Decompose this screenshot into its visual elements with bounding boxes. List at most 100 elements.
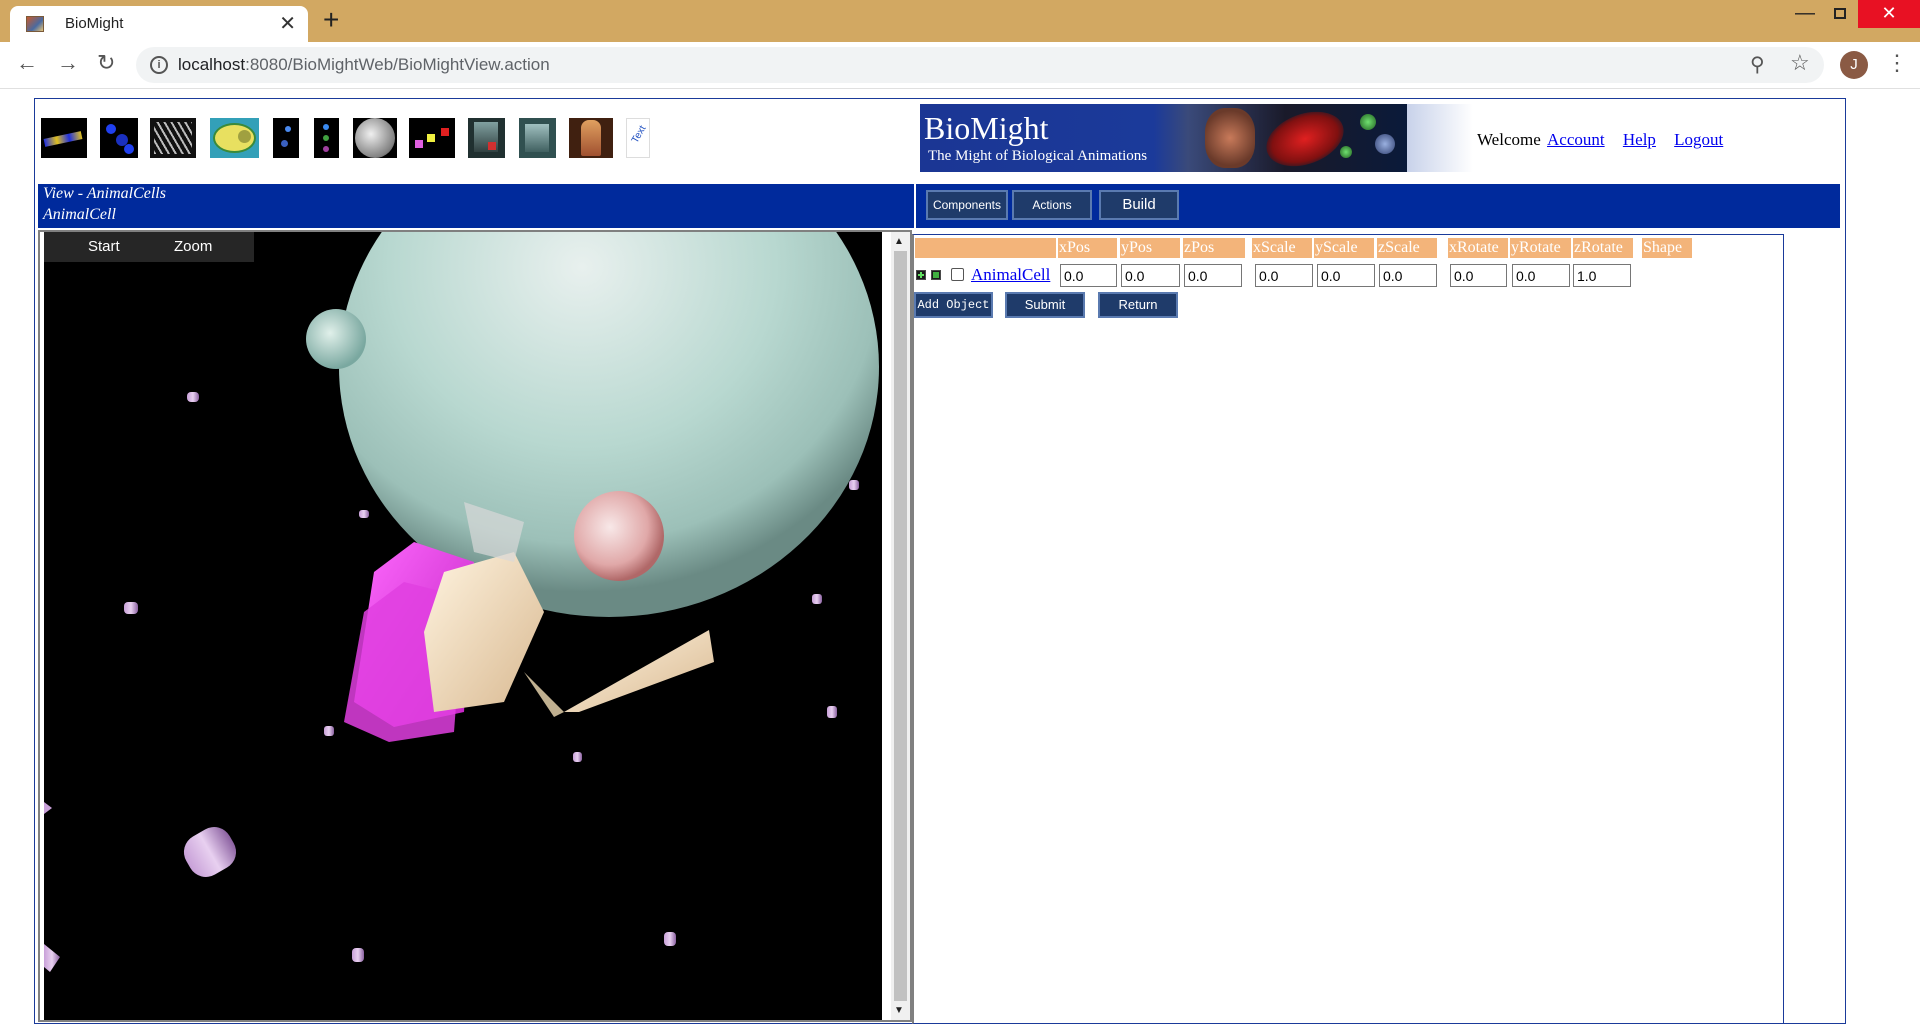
column-header-zscale: zScale bbox=[1377, 238, 1437, 258]
cell-art bbox=[1360, 114, 1376, 130]
column-header-zrotate: zRotate bbox=[1573, 238, 1633, 258]
zpos-input[interactable] bbox=[1184, 264, 1242, 287]
zscale-input[interactable] bbox=[1379, 264, 1437, 287]
viewer-scrollbar[interactable]: ▲ ▼ bbox=[891, 232, 910, 1020]
tab-actions[interactable]: Actions bbox=[1012, 190, 1092, 220]
human-body-icon[interactable] bbox=[569, 118, 613, 158]
row-select-checkbox[interactable] bbox=[951, 268, 964, 281]
column-header-xscale: xScale bbox=[1252, 238, 1312, 258]
column-header-xrotate: xRotate bbox=[1448, 238, 1508, 258]
browser-toolbar: ← → ↻ i localhost:8080/BioMightWeb/BioMi… bbox=[0, 42, 1920, 89]
plus-bar bbox=[920, 272, 922, 278]
column-header-ypos: yPos bbox=[1120, 238, 1180, 258]
scroll-down-arrow-icon[interactable]: ▼ bbox=[894, 1005, 904, 1016]
chain-shape bbox=[43, 131, 83, 147]
return-button[interactable]: Return bbox=[1098, 292, 1178, 318]
body-shape bbox=[581, 120, 601, 156]
pink-cell-sphere bbox=[574, 491, 664, 581]
scene-graphics bbox=[44, 232, 879, 972]
column-header-xpos: xPos bbox=[1058, 238, 1117, 258]
column-header-yrotate: yRotate bbox=[1510, 238, 1571, 258]
column-header-shape: Shape bbox=[1642, 238, 1692, 258]
column-header-blank bbox=[915, 238, 1056, 258]
xpos-input[interactable] bbox=[1060, 264, 1117, 287]
molecule-diagonal-icon[interactable] bbox=[100, 118, 138, 158]
sphere-cell-icon[interactable] bbox=[353, 118, 397, 158]
browser-tab[interactable]: BioMight ✕ bbox=[10, 6, 308, 42]
reload-icon[interactable]: ↻ bbox=[97, 51, 115, 75]
particle-shape bbox=[427, 134, 435, 142]
logo-fade bbox=[1407, 104, 1473, 172]
scrollbar-thumb[interactable] bbox=[894, 251, 907, 1001]
organelles-icon[interactable] bbox=[314, 118, 339, 158]
tab-title: BioMight bbox=[65, 15, 124, 32]
window-close-button[interactable]: ✕ bbox=[1858, 0, 1920, 28]
bookmark-star-icon[interactable]: ☆ bbox=[1790, 50, 1810, 76]
xscale-input[interactable] bbox=[1255, 264, 1313, 287]
tissue-icon[interactable] bbox=[468, 118, 505, 158]
url-host: localhost bbox=[178, 55, 246, 74]
add-object-button[interactable]: Add Object bbox=[914, 292, 993, 318]
animalcell-link[interactable]: AnimalCell bbox=[971, 265, 1050, 285]
address-bar[interactable]: i localhost:8080/BioMightWeb/BioMightVie… bbox=[136, 47, 1824, 83]
animal-cell-icon[interactable] bbox=[210, 118, 259, 158]
tab-build[interactable]: Build bbox=[1099, 190, 1179, 220]
user-nav: Welcome Account Help Logout bbox=[1477, 130, 1723, 150]
forward-arrow-icon[interactable]: → bbox=[57, 51, 79, 75]
node-glyph bbox=[933, 272, 939, 278]
text-glyph: Text bbox=[629, 123, 649, 146]
scroll-up-arrow-icon[interactable]: ▲ bbox=[894, 236, 904, 247]
column-header-zpos: zPos bbox=[1183, 238, 1245, 258]
organ-icon[interactable] bbox=[519, 118, 556, 158]
account-link[interactable]: Account bbox=[1547, 130, 1605, 149]
column-header-yscale: yScale bbox=[1314, 238, 1374, 258]
particle-shape bbox=[415, 140, 423, 148]
zrotate-input[interactable] bbox=[1573, 264, 1631, 287]
view-node-icon[interactable] bbox=[931, 270, 941, 280]
zoom-magnifier-icon[interactable]: ⚲ bbox=[1750, 52, 1765, 77]
help-link[interactable]: Help bbox=[1623, 130, 1656, 149]
view-breadcrumb: View - AnimalCells AnimalCell bbox=[38, 184, 914, 228]
nucleus-shape bbox=[238, 130, 251, 143]
cell-art bbox=[1340, 146, 1352, 158]
text-icon[interactable]: Text bbox=[626, 118, 650, 158]
url-path: :8080/BioMightWeb/BioMightView.action bbox=[245, 55, 550, 74]
sphere-shape bbox=[355, 118, 395, 158]
small-cell-sphere bbox=[306, 309, 366, 369]
back-arrow-icon[interactable]: ← bbox=[16, 51, 38, 75]
yrotate-input[interactable] bbox=[1512, 264, 1570, 287]
submit-button[interactable]: Submit bbox=[1005, 292, 1085, 318]
properties-panel bbox=[912, 234, 1784, 1024]
browser-menu-icon[interactable]: ⋮ bbox=[1886, 50, 1908, 76]
window-minimize-button[interactable]: — bbox=[1795, 2, 1815, 30]
new-tab-button[interactable]: + bbox=[323, 6, 339, 34]
tab-close-icon[interactable]: ✕ bbox=[279, 11, 296, 36]
virus-art bbox=[1258, 104, 1352, 172]
logo-subtitle: The Might of Biological Animations bbox=[928, 148, 1148, 164]
window-maximize-button[interactable] bbox=[1834, 8, 1846, 19]
dot-shape bbox=[323, 135, 329, 141]
dna-helix-icon[interactable] bbox=[150, 118, 196, 158]
dot-shape bbox=[285, 126, 291, 132]
panel-tab-bar: Components Actions Build bbox=[916, 184, 1840, 228]
atom-shape bbox=[124, 144, 134, 154]
dot-shape bbox=[323, 146, 329, 152]
tab-components[interactable]: Components bbox=[926, 190, 1008, 220]
particles-icon[interactable] bbox=[409, 118, 455, 158]
url-text[interactable]: localhost:8080/BioMightWeb/BioMightView.… bbox=[178, 55, 550, 75]
view-title: View - AnimalCells bbox=[43, 185, 166, 202]
molecule-chain-icon[interactable] bbox=[41, 118, 87, 158]
cell-art bbox=[1375, 134, 1395, 154]
browser-tab-strip: BioMight ✕ + — ✕ bbox=[0, 0, 1920, 42]
atom-shape bbox=[106, 124, 116, 134]
yscale-input[interactable] bbox=[1317, 264, 1375, 287]
logout-link[interactable]: Logout bbox=[1674, 130, 1723, 149]
helix-shape bbox=[154, 122, 192, 154]
3d-viewer-canvas[interactable]: Start Zoom bbox=[44, 232, 882, 1020]
ypos-input[interactable] bbox=[1121, 264, 1180, 287]
profile-avatar[interactable]: J bbox=[1840, 51, 1868, 79]
expand-plus-icon[interactable] bbox=[916, 270, 926, 280]
molecules-small-icon[interactable] bbox=[273, 118, 299, 158]
xrotate-input[interactable] bbox=[1450, 264, 1507, 287]
site-info-icon[interactable]: i bbox=[150, 56, 168, 74]
